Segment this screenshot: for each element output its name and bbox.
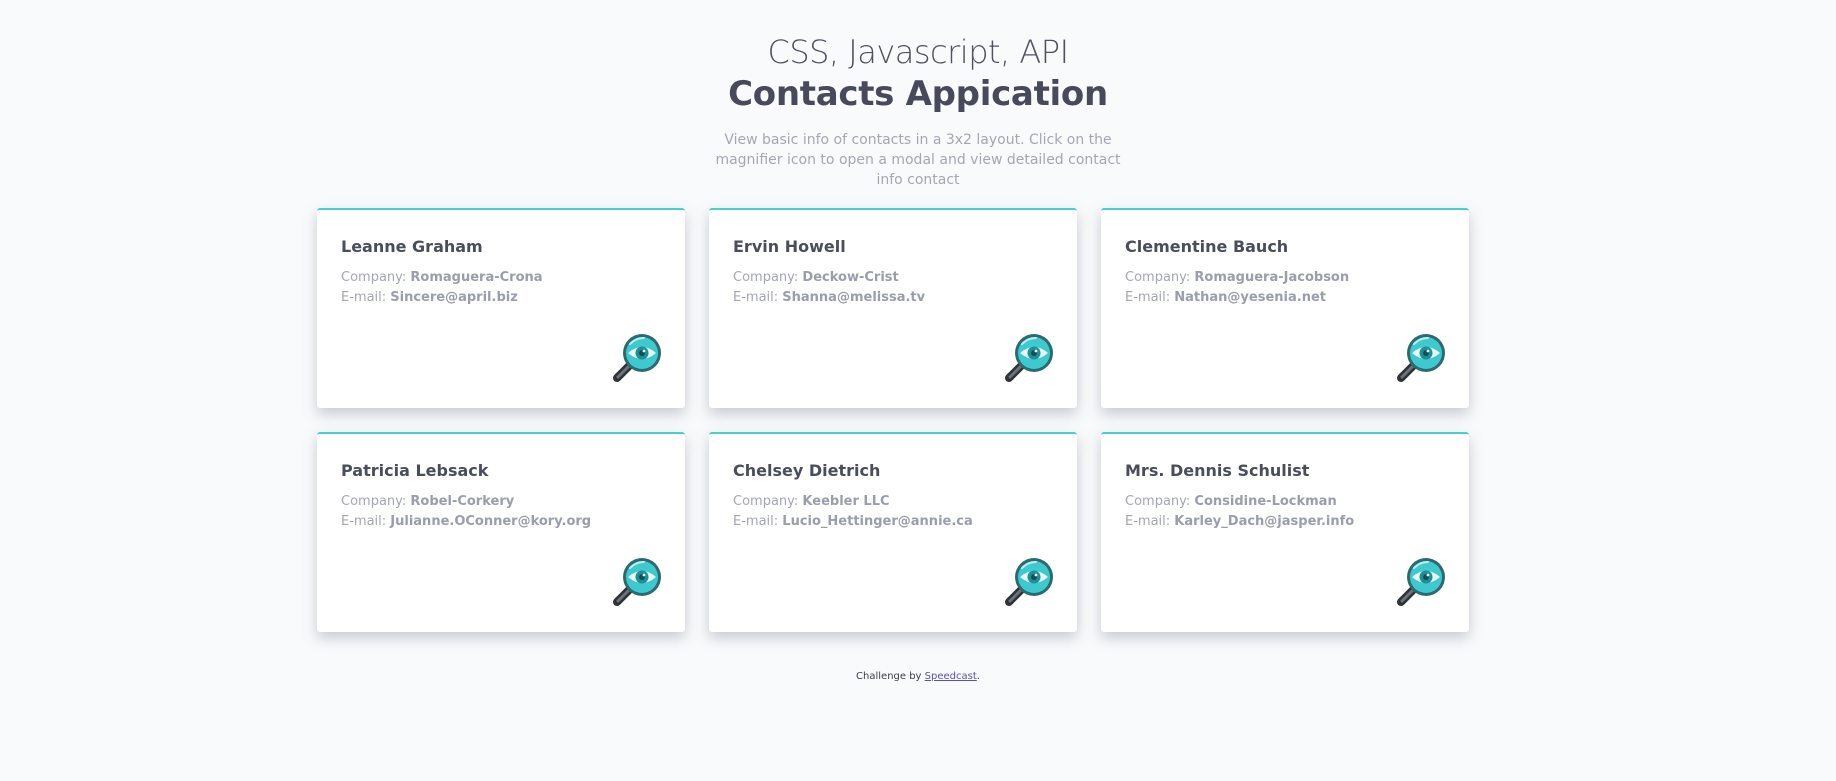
magnifier-eye-icon[interactable] bbox=[1393, 554, 1449, 610]
speedcast-link[interactable]: Speedcast bbox=[925, 671, 977, 682]
email-label: E-mail: bbox=[733, 290, 779, 305]
contact-company: Company: Keebler LLC bbox=[733, 492, 1053, 512]
contact-company: Company: Romaguera-Jacobson bbox=[1125, 268, 1445, 288]
contact-email: E-mail: Sincere@april.biz bbox=[341, 288, 661, 308]
page-title: Contacts Appication bbox=[728, 74, 1108, 114]
contact-card: Patricia Lebsack Company: Robel-Corkery … bbox=[317, 432, 685, 632]
company-label: Company: bbox=[341, 270, 407, 285]
contact-email: E-mail: Nathan@yesenia.net bbox=[1125, 288, 1445, 308]
email-value: Nathan@yesenia.net bbox=[1174, 290, 1326, 305]
contact-company: Company: Deckow-Crist bbox=[733, 268, 1053, 288]
email-value: Shanna@melissa.tv bbox=[782, 290, 926, 305]
company-label: Company: bbox=[341, 494, 407, 509]
company-value: Romaguera-Jacobson bbox=[1194, 270, 1350, 285]
company-label: Company: bbox=[1125, 270, 1191, 285]
company-value: Keebler LLC bbox=[802, 494, 890, 509]
email-value: Karley_Dach@jasper.info bbox=[1174, 514, 1355, 529]
email-label: E-mail: bbox=[733, 514, 779, 529]
magnifier-eye-icon[interactable] bbox=[609, 330, 665, 386]
contact-card: Chelsey Dietrich Company: Keebler LLC E-… bbox=[709, 432, 1077, 632]
magnifier-eye-icon[interactable] bbox=[1001, 330, 1057, 386]
footer-suffix: . bbox=[976, 671, 980, 682]
page-footer: Challenge by Speedcast. bbox=[0, 671, 1836, 682]
contacts-grid: Leanne Graham Company: Romaguera-Crona E… bbox=[317, 208, 1469, 632]
page-header: CSS, Javascript, API Contacts Appication… bbox=[0, 0, 1836, 190]
magnifier-eye-icon[interactable] bbox=[1393, 330, 1449, 386]
contact-email: E-mail: Julianne.OConner@kory.org bbox=[341, 512, 661, 532]
company-value: Deckow-Crist bbox=[802, 270, 899, 285]
company-value: Robel-Corkery bbox=[410, 494, 515, 509]
contact-company: Company: Romaguera-Crona bbox=[341, 268, 661, 288]
email-value: Lucio_Hettinger@annie.ca bbox=[782, 514, 973, 529]
contact-card: Mrs. Dennis Schulist Company: Considine-… bbox=[1101, 432, 1469, 632]
company-value: Romaguera-Crona bbox=[410, 270, 543, 285]
contact-card: Clementine Bauch Company: Romaguera-Jaco… bbox=[1101, 208, 1469, 408]
company-label: Company: bbox=[733, 494, 799, 509]
company-label: Company: bbox=[1125, 494, 1191, 509]
contact-card: Ervin Howell Company: Deckow-Crist E-mai… bbox=[709, 208, 1077, 408]
contact-company: Company: Considine-Lockman bbox=[1125, 492, 1445, 512]
contact-email: E-mail: Lucio_Hettinger@annie.ca bbox=[733, 512, 1053, 532]
email-label: E-mail: bbox=[1125, 514, 1171, 529]
email-label: E-mail: bbox=[341, 514, 387, 529]
contact-name: Clementine Bauch bbox=[1125, 237, 1289, 256]
company-label: Company: bbox=[733, 270, 799, 285]
contact-name: Mrs. Dennis Schulist bbox=[1125, 461, 1310, 480]
email-value: Julianne.OConner@kory.org bbox=[390, 514, 592, 529]
page-subtitle: CSS, Javascript, API bbox=[767, 33, 1069, 71]
page-description: View basic info of contacts in a 3x2 lay… bbox=[715, 132, 1121, 188]
contact-name: Leanne Graham bbox=[341, 237, 483, 256]
contact-email: E-mail: Karley_Dach@jasper.info bbox=[1125, 512, 1445, 532]
contact-email: E-mail: Shanna@melissa.tv bbox=[733, 288, 1053, 308]
magnifier-eye-icon[interactable] bbox=[1001, 554, 1057, 610]
company-value: Considine-Lockman bbox=[1194, 494, 1337, 509]
email-value: Sincere@april.biz bbox=[390, 290, 518, 305]
email-label: E-mail: bbox=[1125, 290, 1171, 305]
contact-company: Company: Robel-Corkery bbox=[341, 492, 661, 512]
magnifier-eye-icon[interactable] bbox=[609, 554, 665, 610]
footer-prefix: Challenge by bbox=[856, 671, 922, 682]
email-label: E-mail: bbox=[341, 290, 387, 305]
contact-name: Ervin Howell bbox=[733, 237, 846, 256]
contact-card: Leanne Graham Company: Romaguera-Crona E… bbox=[317, 208, 685, 408]
contact-name: Patricia Lebsack bbox=[341, 461, 489, 480]
contact-name: Chelsey Dietrich bbox=[733, 461, 881, 480]
